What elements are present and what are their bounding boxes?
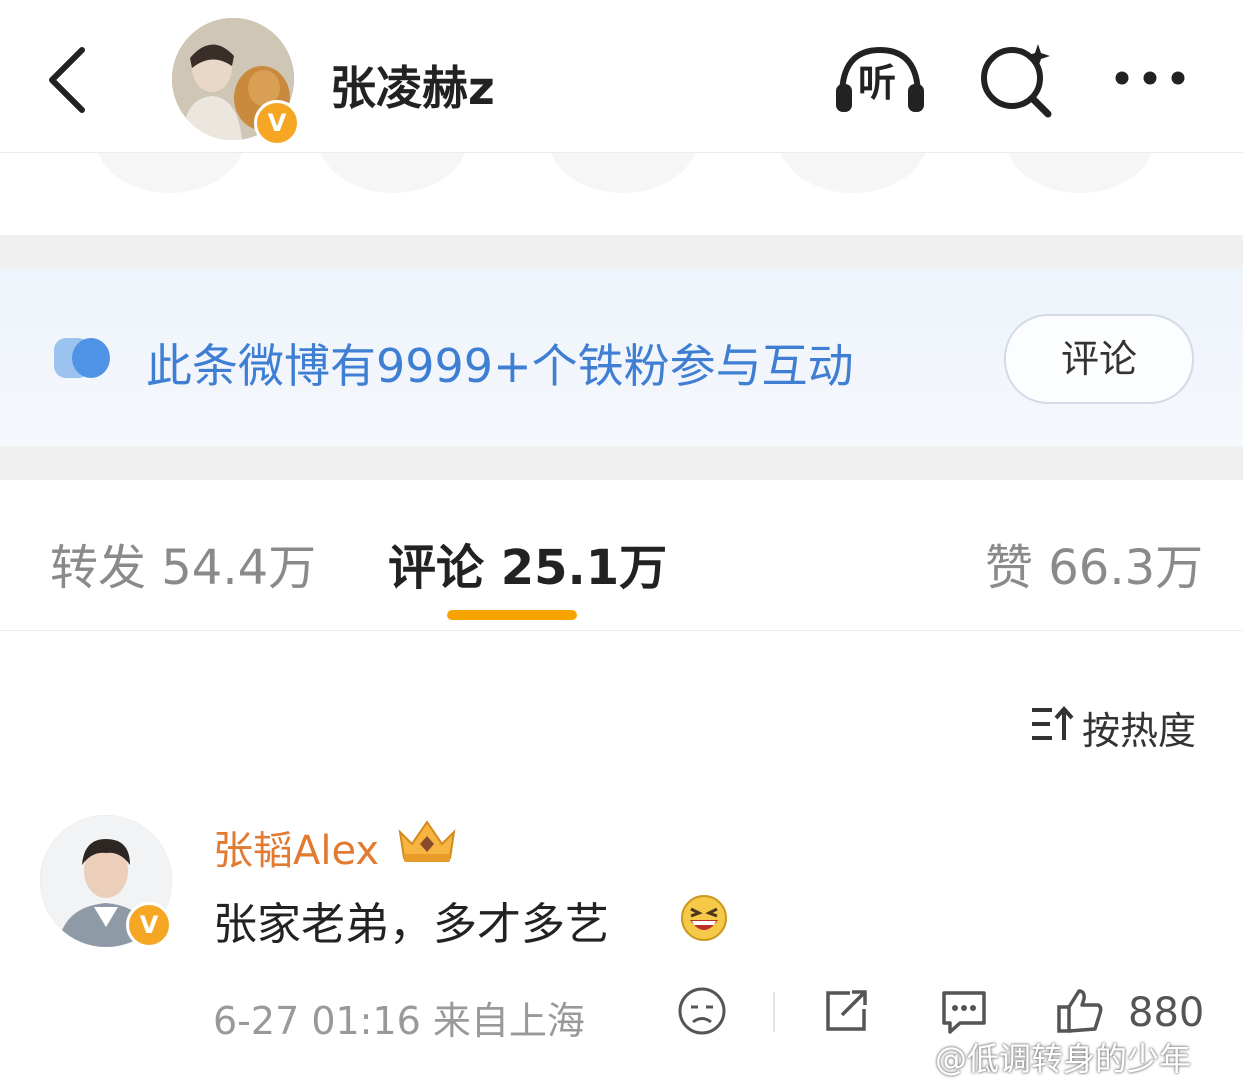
tab-comments[interactable]: 评论 25.1万 (388, 528, 667, 598)
verified-badge: V (254, 100, 300, 146)
listen-button[interactable]: 听 (832, 38, 928, 118)
page-title: 张凌赫z (330, 61, 495, 115)
tabs-divider (0, 630, 1243, 631)
sort-icon (1032, 705, 1074, 740)
banner-comment-button[interactable]: 评论 (1004, 314, 1194, 404)
action-divider (773, 992, 775, 1032)
like-count: 880 (1128, 990, 1205, 1036)
faded-circle (778, 153, 928, 193)
more-options-icon[interactable] (1108, 38, 1192, 118)
faded-circle (318, 153, 468, 193)
back-arrow-icon[interactable] (40, 40, 100, 120)
watermark: @低调转身的少年 (935, 1040, 1192, 1078)
search-icon[interactable] (972, 38, 1062, 118)
laughing-emoji-icon (681, 895, 727, 941)
dislike-face-icon[interactable] (676, 985, 728, 1037)
comment-text: 张家老弟，多才多艺 (213, 899, 609, 950)
active-tab-indicator (447, 610, 577, 620)
commenter-name[interactable]: 张韬Alex (213, 818, 379, 876)
tab-reposts[interactable]: 转发 54.4万 (50, 528, 316, 598)
action-strip (0, 153, 1243, 235)
reply-comment-icon[interactable] (938, 985, 990, 1037)
faded-circle (548, 153, 698, 193)
iron-fans-text: 此条微博有9999+个铁粉参与互动 (146, 339, 854, 393)
section-divider (0, 235, 1243, 268)
sort-label: 按热度 (1082, 709, 1197, 753)
commenter-verified-badge: V (126, 902, 172, 948)
faded-circle (1005, 153, 1155, 193)
listen-label: 听 (858, 61, 897, 105)
iron-fans-icon (54, 338, 110, 378)
tab-likes[interactable]: 赞 66.3万 (985, 528, 1203, 598)
section-divider (0, 446, 1243, 480)
share-icon[interactable] (820, 985, 872, 1037)
faded-circle (95, 153, 245, 193)
crown-badge-icon (398, 820, 456, 862)
like-thumb-icon[interactable] (1054, 985, 1106, 1037)
comment-meta: 6-27 01:16 来自上海 (213, 999, 585, 1043)
